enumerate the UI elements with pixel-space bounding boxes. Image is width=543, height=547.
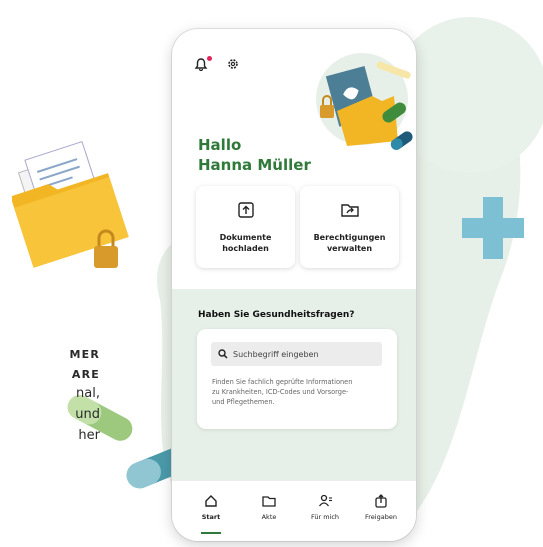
search-icon <box>218 349 228 359</box>
label-line: Dokumente <box>219 233 272 242</box>
tab-fuer-mich[interactable]: Für mich <box>300 493 350 521</box>
greeting-name: Hanna Müller <box>198 156 311 174</box>
health-search-card: Suchbegriff eingeben Finden Sie fachlich… <box>197 329 397 429</box>
tab-akte[interactable]: Akte <box>244 493 294 521</box>
greeting-hello: Hallo <box>198 136 242 154</box>
search-input[interactable]: Suchbegriff eingeben <box>211 342 382 366</box>
bottom-tab-bar: Start Akte Für mich Freigaben <box>172 480 416 541</box>
left-text-line: nal, <box>76 386 100 401</box>
phone-frame: Hallo Hanna Müller Dokumente hochladen B… <box>172 29 416 541</box>
share-icon <box>375 494 387 508</box>
left-text-line: und <box>75 407 100 422</box>
left-text-line: her <box>78 428 100 443</box>
folder-icon <box>262 496 276 507</box>
upload-icon <box>237 202 254 218</box>
label-line: verwalten <box>326 244 373 253</box>
desc-line: zu Krankheiten, ICD-Codes und Vorsorge- <box>212 388 349 396</box>
settings-button[interactable] <box>226 56 244 74</box>
tab-freigaben[interactable]: Freigaben <box>356 493 406 521</box>
desc-line: und Pflegethemen. <box>212 398 275 406</box>
search-description: Finden Sie fachlich geprüfte Information… <box>212 377 388 407</box>
manage-permissions-label: Berechtigungen verwalten <box>304 232 395 254</box>
tab-label: Start <box>201 513 221 521</box>
label-line: Berechtigungen <box>313 233 386 242</box>
gear-icon <box>228 59 238 69</box>
bell-icon <box>194 58 208 72</box>
manage-permissions-button[interactable]: Berechtigungen verwalten <box>300 186 399 268</box>
search-placeholder: Suchbegriff eingeben <box>233 349 319 359</box>
desc-line: Finden Sie fachlich geprüfte Information… <box>212 378 353 386</box>
folder-illustration <box>12 141 129 268</box>
hero-illustration <box>316 53 413 150</box>
tab-label: Akte <box>261 513 277 521</box>
notification-bell[interactable] <box>194 56 212 74</box>
folder-share-icon <box>340 204 359 217</box>
active-tab-indicator <box>201 532 221 534</box>
left-text-line: MER <box>69 348 100 361</box>
label-line: hochladen <box>222 244 269 253</box>
notification-dot <box>207 56 212 61</box>
health-questions-title: Haben Sie Gesundheitsfragen? <box>198 310 355 320</box>
person-icon <box>318 494 332 507</box>
home-icon <box>205 495 217 507</box>
tab-start[interactable]: Start <box>186 493 236 534</box>
plus-icon <box>462 197 524 259</box>
greeting: Hallo Hanna Müller <box>198 135 311 175</box>
upload-documents-label: Dokumente hochladen <box>200 232 291 254</box>
tab-label: Freigaben <box>365 513 397 521</box>
left-text-block: MER ARE nal, und her <box>69 348 100 446</box>
tab-label: Für mich <box>310 513 340 521</box>
left-text-line: ARE <box>71 368 100 381</box>
upload-documents-button[interactable]: Dokumente hochladen <box>196 186 295 268</box>
